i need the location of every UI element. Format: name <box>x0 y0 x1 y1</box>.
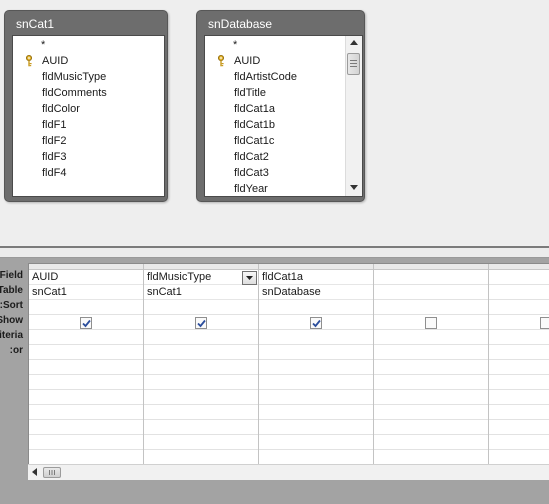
field-item[interactable]: fldMusicType <box>13 69 164 85</box>
field-item[interactable]: fldF1 <box>13 117 164 133</box>
field-label: fldCat1c <box>234 135 275 147</box>
field-label: fldF4 <box>42 167 67 179</box>
field-label: fldF3 <box>42 151 67 163</box>
field-cell[interactable]: fldMusicType <box>144 270 258 285</box>
field-item[interactable]: fldYear <box>205 181 345 196</box>
grip-icon <box>49 470 55 475</box>
field-item[interactable]: fldTitle <box>205 85 345 101</box>
scroll-thumb[interactable] <box>43 467 61 478</box>
table-cell[interactable]: snDatabase <box>259 285 373 300</box>
field-item-all[interactable]: * <box>13 37 164 53</box>
query-design-grid: AUID snCat1 fldMusicType snCat1 fldCat1a… <box>28 263 549 480</box>
scroll-down-button[interactable] <box>346 181 362 196</box>
field-item-all[interactable]: * <box>205 37 345 53</box>
grid-column: AUID snCat1 <box>29 264 144 480</box>
field-label: fldColor <box>42 103 80 115</box>
field-item[interactable]: fldF3 <box>13 149 164 165</box>
field-label: fldCat1b <box>234 119 275 131</box>
field-item[interactable]: fldCat3 <box>205 165 345 181</box>
field-label: fldMusicType <box>42 71 107 83</box>
field-item[interactable]: fldF4 <box>13 165 164 181</box>
row-label-field: Field: <box>0 270 23 281</box>
key-icon <box>26 55 32 67</box>
field-label: fldCat2 <box>234 151 269 163</box>
field-cell-value: fldMusicType <box>147 271 212 283</box>
field-item-auid[interactable]: AUID <box>205 53 345 69</box>
chevron-up-icon <box>350 40 358 45</box>
grid-row-labels: Field: Table: Sort: Show: Criteria: or: <box>0 268 28 358</box>
query-design-area: snCat1 * AUID fldMusicType fldComments f… <box>0 0 549 245</box>
field-item[interactable]: fldCat1a <box>205 101 345 117</box>
field-item[interactable]: fldComments <box>13 85 164 101</box>
table-title[interactable]: snCat1 <box>16 17 54 31</box>
row-label-show: Show: <box>0 315 23 326</box>
field-label: * <box>41 39 46 51</box>
field-dropdown-button[interactable] <box>242 271 257 285</box>
grid-column: fldMusicType snCat1 <box>144 264 259 480</box>
row-label-sort: Sort: <box>0 300 23 311</box>
table-title[interactable]: snDatabase <box>208 17 272 31</box>
field-label: fldArtistCode <box>234 71 297 83</box>
field-label: fldYear <box>234 183 268 195</box>
scroll-thumb[interactable] <box>347 53 360 75</box>
field-list-scrollbar[interactable] <box>345 36 362 196</box>
design-grid-panel: Field: Table: Sort: Show: Criteria: or: … <box>0 258 549 504</box>
field-label: fldComments <box>42 87 107 99</box>
field-cell[interactable]: AUID <box>29 270 143 285</box>
field-item[interactable]: fldCat1b <box>205 117 345 133</box>
pane-splitter[interactable] <box>0 246 549 258</box>
chevron-left-icon[interactable] <box>32 468 37 476</box>
field-list: * AUID fldArtistCode fldTitle fldCat1a f… <box>204 35 363 197</box>
field-label: fldF2 <box>42 135 67 147</box>
show-checkbox[interactable] <box>425 317 437 329</box>
grip-icon <box>350 60 357 67</box>
grid-column <box>489 264 549 480</box>
grid-column: fldCat1a snDatabase <box>259 264 374 480</box>
scroll-up-button[interactable] <box>346 36 362 51</box>
field-item[interactable]: fldColor <box>13 101 164 117</box>
field-label: fldCat1a <box>234 103 275 115</box>
checkmark-icon <box>312 319 321 328</box>
checkmark-icon <box>197 319 206 328</box>
row-label-criteria: Criteria: <box>0 330 23 341</box>
checkmark-icon <box>82 319 91 328</box>
field-label: AUID <box>42 55 69 67</box>
field-item[interactable]: fldCat2 <box>205 149 345 165</box>
show-checkbox[interactable] <box>80 317 92 329</box>
field-label: fldF1 <box>42 119 67 131</box>
grid-column <box>374 264 489 480</box>
show-checkbox[interactable] <box>195 317 207 329</box>
table-box-sncat1[interactable]: snCat1 * AUID fldMusicType fldComments f… <box>4 10 168 202</box>
field-item[interactable]: fldF2 <box>13 133 164 149</box>
row-label-or: or: <box>9 345 23 356</box>
show-checkbox[interactable] <box>540 317 549 329</box>
chevron-down-icon <box>350 185 358 190</box>
field-cell[interactable]: fldCat1a <box>259 270 373 285</box>
field-label: fldCat3 <box>234 167 269 179</box>
field-item-auid[interactable]: AUID <box>13 53 164 69</box>
table-cell[interactable]: snCat1 <box>144 285 258 300</box>
field-item[interactable]: fldCat1c <box>205 133 345 149</box>
field-label: fldTitle <box>234 87 266 99</box>
table-cell[interactable]: snCat1 <box>29 285 143 300</box>
field-label: AUID <box>234 55 261 67</box>
field-label: * <box>233 39 238 51</box>
table-box-sndatabase[interactable]: snDatabase * AUID fldArtistCode fldTitle <box>196 10 365 202</box>
row-label-table: Table: <box>0 285 23 296</box>
key-icon <box>218 55 224 67</box>
chevron-down-icon <box>246 276 253 280</box>
show-checkbox[interactable] <box>310 317 322 329</box>
field-item[interactable]: fldArtistCode <box>205 69 345 85</box>
grid-horizontal-scrollbar[interactable] <box>28 464 549 480</box>
field-list: * AUID fldMusicType fldComments fldColor… <box>12 35 165 197</box>
